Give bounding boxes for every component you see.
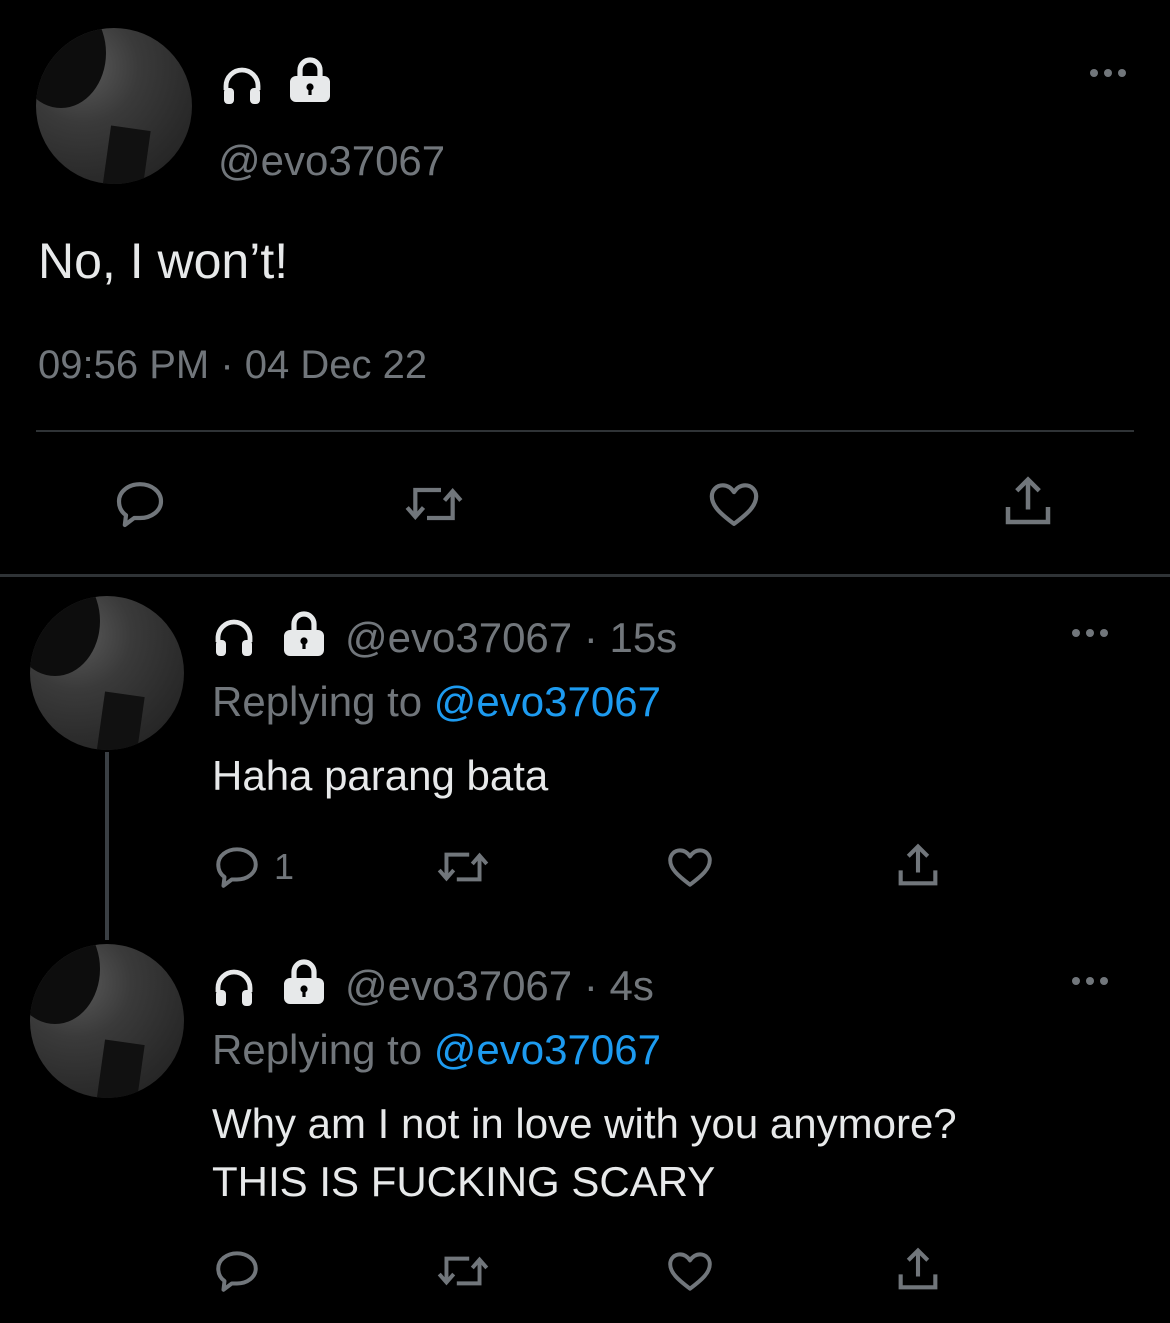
avatar[interactable]: [30, 596, 184, 750]
reply-text-line-1: Why am I not in love with you anymore?: [212, 1100, 957, 1147]
avatar[interactable]: [30, 944, 184, 1098]
retweet-icon[interactable]: [432, 842, 494, 892]
section-divider: [0, 574, 1170, 577]
reply-icon[interactable]: [112, 476, 168, 532]
share-icon[interactable]: [892, 1244, 944, 1296]
retweet-icon[interactable]: [398, 476, 470, 532]
like-icon[interactable]: [704, 476, 764, 532]
more-options-icon[interactable]: [1088, 66, 1128, 80]
user-handle[interactable]: @evo37067: [218, 137, 445, 185]
reply-icon[interactable]: [212, 842, 262, 892]
like-icon[interactable]: [664, 1246, 716, 1296]
replying-to-label: Replying to: [212, 678, 423, 725]
replying-to-label: Replying to: [212, 1026, 423, 1073]
headphones-icon: [210, 614, 258, 667]
lock-icon: [278, 958, 330, 1011]
replying-to-handle-link[interactable]: @evo37067: [434, 678, 661, 725]
reply-handle-time[interactable]: @evo37067 · 4s: [345, 962, 654, 1010]
share-icon[interactable]: [892, 840, 944, 892]
reply-count: 1: [274, 846, 295, 887]
more-options-icon[interactable]: [1070, 626, 1110, 640]
replying-to: Replying to @evo37067: [212, 678, 661, 726]
lock-icon: [284, 56, 336, 104]
headphones-icon: [218, 62, 266, 110]
avatar[interactable]: [36, 28, 192, 184]
reply-text-line-2: THIS IS FUCKING SCARY: [212, 1158, 716, 1205]
reply-icon[interactable]: [212, 1246, 262, 1296]
lock-icon: [278, 610, 330, 663]
divider: [36, 430, 1134, 432]
retweet-icon[interactable]: [432, 1246, 494, 1296]
reply-handle-time[interactable]: @evo37067 · 15s: [345, 614, 677, 662]
replying-to: Replying to @evo37067: [212, 1026, 661, 1074]
replying-to-handle-link[interactable]: @evo37067: [434, 1026, 661, 1073]
tweet-timestamp[interactable]: 09:56 PM · 04 Dec 22: [38, 343, 427, 388]
thread-line: [105, 752, 109, 940]
reply-text: Haha parang bata: [212, 752, 549, 799]
headphones-icon: [210, 964, 258, 1017]
like-icon[interactable]: [664, 842, 716, 892]
share-icon[interactable]: [998, 472, 1058, 532]
more-options-icon[interactable]: [1070, 974, 1110, 988]
tweet-text: No, I won’t!: [38, 233, 289, 289]
